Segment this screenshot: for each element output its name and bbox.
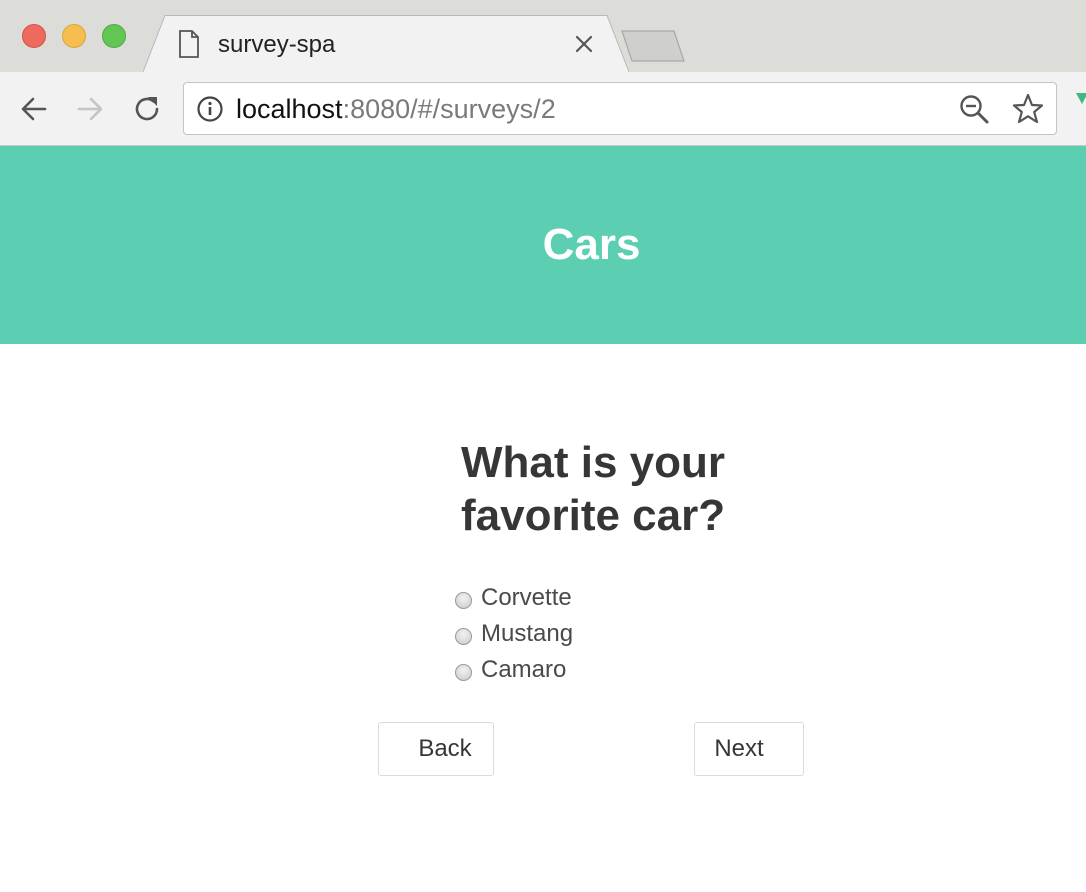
extension-icon[interactable]	[1074, 92, 1086, 108]
url-text[interactable]: localhost:8080/#/surveys/2	[236, 93, 556, 125]
close-window-button[interactable]	[22, 24, 46, 48]
survey-title: Cars	[542, 220, 641, 269]
star-icon[interactable]	[1011, 92, 1045, 126]
back-button[interactable]: Back	[378, 722, 494, 776]
url-host: localhost	[236, 94, 343, 124]
choice-mustang[interactable]: Mustang	[455, 616, 715, 652]
url-path: :8080/#/surveys/2	[342, 94, 556, 124]
radio-button[interactable]	[455, 627, 472, 645]
tab-title: survey-spa	[218, 31, 336, 58]
choice-list: Corvette Mustang Camaro	[455, 580, 715, 688]
choice-label: Mustang	[481, 620, 574, 647]
radio-button[interactable]	[455, 663, 472, 681]
reload-icon[interactable]	[130, 92, 164, 126]
choice-label: Corvette	[481, 584, 572, 611]
next-button[interactable]: Next	[694, 722, 804, 776]
choice-corvette[interactable]: Corvette	[455, 580, 715, 616]
choice-label: Camaro	[481, 656, 567, 683]
new-tab-button[interactable]	[618, 28, 688, 64]
back-arrow-icon[interactable]	[17, 92, 51, 126]
minimize-window-button[interactable]	[62, 24, 86, 48]
browser-tab[interactable]	[143, 15, 629, 73]
radio-button[interactable]	[455, 591, 472, 609]
forward-arrow-icon[interactable]	[73, 92, 107, 126]
document-icon	[179, 30, 199, 58]
maximize-window-button[interactable]	[102, 24, 126, 48]
choice-camaro[interactable]: Camaro	[455, 652, 715, 688]
zoom-out-icon[interactable]	[958, 93, 990, 125]
question-text: What is your favorite car?	[461, 438, 726, 540]
info-icon[interactable]	[196, 95, 224, 123]
close-icon[interactable]	[572, 32, 596, 56]
